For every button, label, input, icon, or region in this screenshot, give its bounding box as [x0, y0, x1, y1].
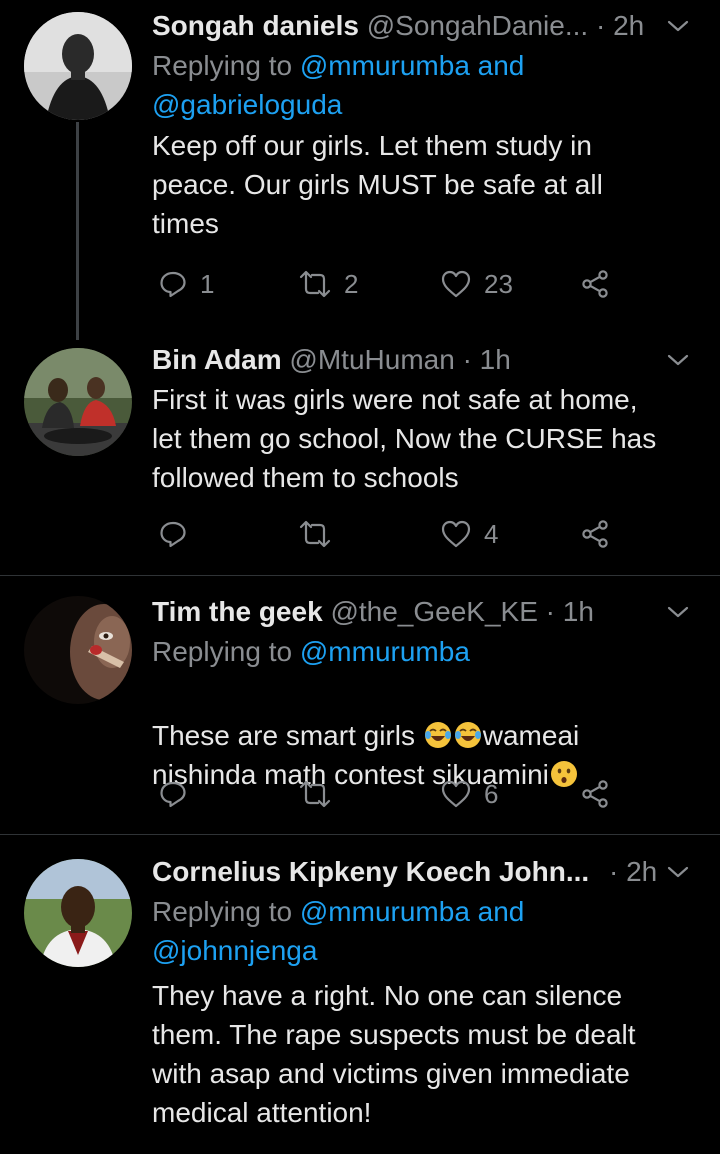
user-name[interactable]: Tim the geek: [152, 596, 323, 627]
tweet-time[interactable]: · 1h: [463, 344, 511, 375]
replying-to-continued: @johnnjenga: [152, 931, 692, 970]
chevron-down-icon[interactable]: [664, 858, 692, 886]
reply-count: 1: [200, 268, 215, 299]
tweet-header: Tim the geek @the_GeeK_KE · 1h: [152, 592, 692, 632]
replying-to-prefix: Replying to: [152, 896, 300, 927]
mention-link[interactable]: @gabrieloguda: [152, 89, 342, 120]
user-name[interactable]: Songah daniels: [152, 10, 359, 41]
reply-icon: [160, 521, 186, 548]
tweet-cornelius-kipkeny[interactable]: Cornelius Kipkeny Koech John... · 2h Rep…: [0, 835, 720, 1154]
heart-icon: [441, 520, 471, 548]
tweet-actions: 4: [152, 514, 632, 554]
replying-to: Replying to @mmurumba and: [152, 46, 692, 85]
tweet-text-part: wameai: [482, 720, 580, 751]
replying-to-prefix: Replying to: [152, 636, 300, 667]
mention-link[interactable]: @mmurumba: [300, 636, 470, 667]
like-button[interactable]: 6: [440, 774, 498, 814]
reply-icon: [160, 271, 186, 298]
replying-to-prefix: Replying to: [152, 50, 300, 81]
tweet-actions: 1 2 23: [152, 264, 632, 304]
avatar[interactable]: [24, 12, 132, 120]
avatar[interactable]: [24, 859, 132, 967]
share-button[interactable]: [580, 264, 610, 304]
retweet-icon: [299, 520, 331, 548]
share-icon: [582, 270, 608, 298]
retweet-button[interactable]: [298, 774, 332, 814]
reply-button[interactable]: [158, 774, 188, 814]
tweet-songah-daniels[interactable]: Songah daniels @SongahDanie... · 2h Repl…: [0, 0, 720, 320]
tweet-header: Bin Adam @MtuHuman · 1h: [152, 340, 692, 380]
reply-button[interactable]: [158, 514, 188, 554]
mention-link[interactable]: @johnnjenga: [152, 935, 317, 966]
share-button[interactable]: [580, 514, 610, 554]
retweet-count: 2: [344, 268, 359, 299]
tweet-header: Songah daniels @SongahDanie... · 2h: [152, 6, 692, 46]
share-icon: [582, 520, 608, 548]
user-handle[interactable]: @the_GeeK_KE: [330, 596, 537, 627]
chevron-down-icon[interactable]: [664, 598, 692, 626]
tweet-tim-the-geek[interactable]: Tim the geek @the_GeeK_KE · 1h Replying …: [0, 576, 720, 834]
user-name[interactable]: Cornelius Kipkeny Koech John...: [152, 856, 589, 887]
like-button[interactable]: 4: [440, 514, 498, 554]
tweet-header: Cornelius Kipkeny Koech John... · 2h: [152, 852, 692, 892]
replying-to: Replying to @mmurumba and: [152, 892, 692, 931]
tweet-time[interactable]: · 2h: [596, 10, 644, 41]
heart-icon: [441, 270, 471, 298]
replying-to-continued: @gabrieloguda: [152, 85, 692, 124]
face-with-tears-of-joy-emoji: [454, 722, 481, 748]
tweet-text: Keep off our girls. Let them study in pe…: [152, 130, 603, 239]
mention-link[interactable]: @mmurumba and: [300, 50, 525, 81]
user-name[interactable]: Bin Adam: [152, 344, 282, 375]
retweet-icon: [299, 270, 331, 298]
share-button[interactable]: [580, 774, 610, 814]
like-count: 6: [484, 778, 499, 809]
tweet-time[interactable]: · 1h: [546, 596, 594, 627]
face-with-tears-of-joy-emoji: [424, 722, 451, 748]
retweet-button[interactable]: [298, 514, 332, 554]
tweet-bin-adam[interactable]: Bin Adam @MtuHuman · 1h First it was gir…: [0, 330, 720, 574]
like-count: 23: [484, 268, 513, 299]
tweet-actions: 6: [152, 774, 632, 814]
reply-icon: [160, 781, 186, 808]
tweet-text: They have a right. No one can silence th…: [152, 980, 636, 1128]
tweet-text: First it was girls were not safe at home…: [152, 384, 657, 493]
like-button[interactable]: 23: [440, 264, 513, 304]
replying-to: Replying to @mmurumba: [152, 632, 692, 671]
tweet-time[interactable]: · 2h: [609, 856, 657, 887]
share-icon: [582, 780, 608, 808]
retweet-icon: [299, 780, 331, 808]
reply-button[interactable]: 1: [158, 264, 214, 304]
user-handle[interactable]: @MtuHuman: [289, 344, 454, 375]
avatar[interactable]: [24, 348, 132, 456]
tweet-text-part: These are smart girls: [152, 720, 423, 751]
heart-icon: [441, 780, 471, 808]
avatar[interactable]: [24, 596, 132, 704]
mention-link[interactable]: @mmurumba and: [300, 896, 525, 927]
retweet-button[interactable]: 2: [298, 264, 358, 304]
chevron-down-icon[interactable]: [664, 346, 692, 374]
user-handle[interactable]: @SongahDanie...: [367, 10, 588, 41]
chevron-down-icon[interactable]: [664, 12, 692, 40]
like-count: 4: [484, 518, 499, 549]
